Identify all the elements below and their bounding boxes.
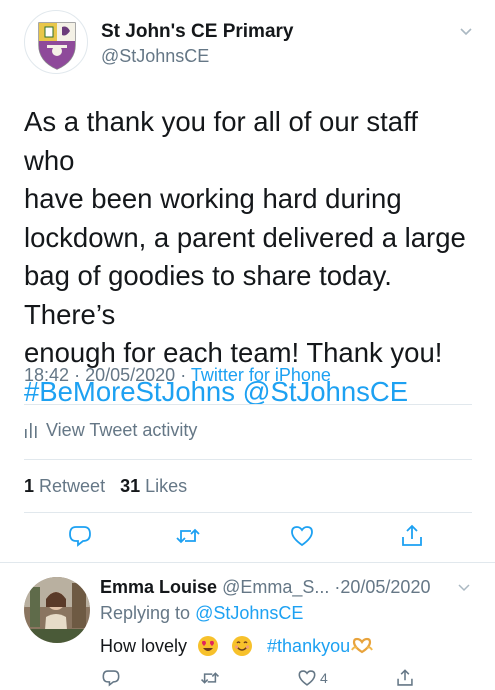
smiling-emoji-icon: [232, 636, 253, 656]
view-tweet-activity-link[interactable]: View Tweet activity: [24, 418, 197, 442]
author-display-name[interactable]: St John's CE Primary: [101, 20, 293, 44]
tweet-meta: 18:42 · 20/05/2020 · Twitter for iPhone: [24, 363, 331, 387]
replying-to: Replying to @StJohnsCE: [100, 601, 303, 625]
reply-share-button[interactable]: [395, 667, 415, 689]
replying-prefix: Replying to: [100, 603, 191, 623]
divider: [24, 459, 472, 460]
reply-text: How lovely #thankyou: [100, 634, 374, 658]
meta-separator: ·: [74, 365, 81, 385]
tweet-header: St John's CE Primary @StJohnsCE: [24, 10, 484, 80]
reply-button[interactable]: [66, 522, 94, 550]
retweet-label: Retweet: [39, 476, 106, 496]
activity-label: View Tweet activity: [46, 420, 198, 440]
reply-tweet[interactable]: Emma Louise @Emma_S... ·20/05/2020 Reply…: [0, 563, 495, 690]
likes-count: 31: [120, 476, 141, 496]
reply-retweet-button[interactable]: [199, 667, 221, 689]
divider: [24, 512, 472, 513]
reply-like-count: 4: [320, 670, 328, 686]
tweet-time: 18:42: [24, 365, 70, 385]
share-button[interactable]: [398, 522, 426, 550]
retweet-count: 1: [24, 476, 35, 496]
tweet-text-line: bag of goodies to share today. There’s: [24, 260, 392, 330]
chevron-down-icon[interactable]: [458, 24, 474, 40]
tweet-text-line: As a thank you for all of our staff who: [24, 106, 418, 176]
share-icon: [397, 669, 413, 686]
share-icon: [402, 524, 422, 546]
chevron-down-icon[interactable]: [457, 581, 471, 595]
reply-author-avatar[interactable]: [24, 577, 90, 643]
heart-hands-emoji-icon: [351, 637, 374, 654]
reply-handle[interactable]: @Emma_S...: [222, 577, 329, 597]
reply-display-name[interactable]: Emma Louise: [100, 577, 217, 597]
heart-icon: [298, 670, 316, 686]
heart-icon: [291, 526, 313, 547]
heart-eyes-emoji-icon: [198, 636, 219, 656]
retweets-stat[interactable]: 1 Retweet: [24, 476, 105, 496]
likes-label: Likes: [145, 476, 188, 496]
reply-text-content: How lovely: [100, 636, 188, 656]
reply-date[interactable]: 20/05/2020: [340, 577, 430, 597]
tweet-source-link[interactable]: Twitter for iPhone: [191, 365, 331, 385]
reply-reply-button[interactable]: [101, 667, 121, 689]
retweet-button[interactable]: [174, 522, 202, 550]
retweet-icon: [200, 672, 220, 684]
reply-hashtag-link[interactable]: #thankyou: [267, 634, 350, 658]
tweet-text-line: have been working hard during: [24, 183, 402, 214]
tweet-stats: 1 Retweet 31 Likes: [24, 474, 187, 498]
bar-chart-icon: [25, 423, 37, 438]
meta-separator: ·: [180, 365, 187, 385]
author-avatar[interactable]: [24, 10, 88, 74]
reply-like-button[interactable]: 4: [297, 667, 328, 689]
retweet-icon: [176, 528, 200, 544]
likes-stat[interactable]: 31 Likes: [120, 476, 187, 496]
comment-icon: [102, 670, 120, 687]
like-button[interactable]: [288, 522, 316, 550]
divider: [24, 404, 472, 405]
reply-actions: 4: [0, 667, 495, 689]
comment-icon: [69, 526, 91, 547]
tweet-actions: [0, 522, 495, 558]
author-handle[interactable]: @StJohnsCE: [101, 44, 293, 68]
tweet-date: 20/05/2020: [85, 365, 176, 385]
replying-to-mention-link[interactable]: @StJohnsCE: [195, 603, 303, 623]
tweet-text-line: lockdown, a parent delivered a large: [24, 221, 466, 253]
reply-header: Emma Louise @Emma_S... ·20/05/2020: [100, 575, 430, 599]
